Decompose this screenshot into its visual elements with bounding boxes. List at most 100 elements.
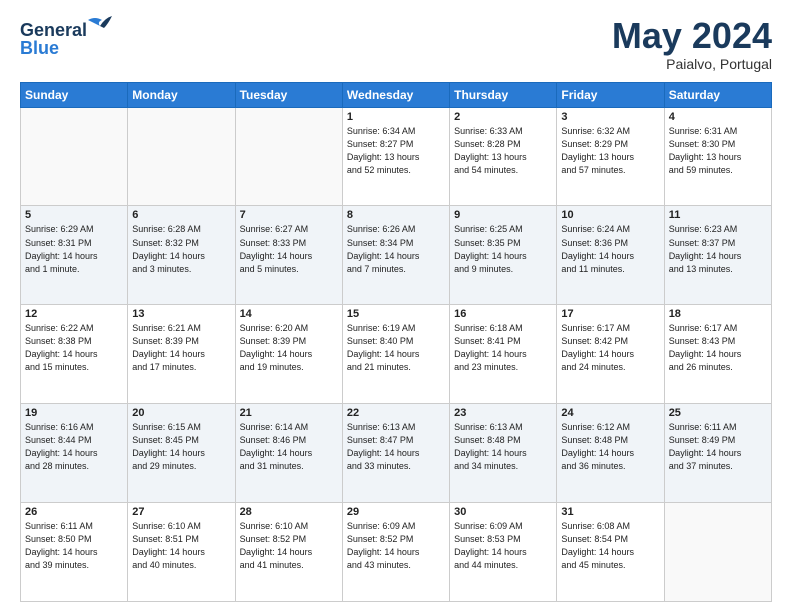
day-info: Sunrise: 6:17 AM Sunset: 8:43 PM Dayligh… bbox=[669, 322, 767, 374]
day-info: Sunrise: 6:27 AM Sunset: 8:33 PM Dayligh… bbox=[240, 223, 338, 275]
day-cell: 21 Sunrise: 6:14 AM Sunset: 8:46 PM Dayli… bbox=[235, 404, 342, 503]
day-number: 16 bbox=[454, 308, 552, 320]
day-cell: 11Sunrise: 6:23 AM Sunset: 8:37 PM Dayli… bbox=[664, 206, 771, 305]
day-info: Sunrise: 6:09 AM Sunset: 8:52 PM Dayligh… bbox=[347, 520, 445, 572]
day-cell: 24Sunrise: 6:12 AM Sunset: 8:48 PM Dayli… bbox=[557, 404, 664, 503]
day-number: 10 bbox=[561, 209, 659, 221]
day-info: Sunrise: 6:13 AM Sunset: 8:47 PM Dayligh… bbox=[347, 421, 445, 473]
day-cell: 29 Sunrise: 6:09 AM Sunset: 8:52 PM Dayli… bbox=[342, 503, 449, 602]
day-cell: 22Sunrise: 6:13 AM Sunset: 8:47 PM Dayli… bbox=[342, 404, 449, 503]
day-info: Sunrise: 6:29 AM Sunset: 8:31 PM Dayligh… bbox=[25, 223, 123, 275]
col-monday: Monday bbox=[128, 82, 235, 107]
week-row-1: 5 Sunrise: 6:29 AM Sunset: 8:31 PM Daylig… bbox=[21, 206, 772, 305]
day-number: 21 bbox=[240, 407, 338, 419]
logo: General Blue bbox=[20, 16, 130, 61]
day-cell: 6 Sunrise: 6:28 AM Sunset: 8:32 PM Daylig… bbox=[128, 206, 235, 305]
day-number: 31 bbox=[561, 506, 659, 518]
day-cell: 31 Sunrise: 6:08 AM Sunset: 8:54 PM Dayli… bbox=[557, 503, 664, 602]
day-info: Sunrise: 6:10 AM Sunset: 8:51 PM Dayligh… bbox=[132, 520, 230, 572]
day-info: Sunrise: 6:33 AM Sunset: 8:28 PM Dayligh… bbox=[454, 125, 552, 177]
week-row-4: 26 Sunrise: 6:11 AM Sunset: 8:50 PM Dayli… bbox=[21, 503, 772, 602]
day-cell: 26 Sunrise: 6:11 AM Sunset: 8:50 PM Dayli… bbox=[21, 503, 128, 602]
day-cell: 23 Sunrise: 6:13 AM Sunset: 8:48 PM Dayli… bbox=[450, 404, 557, 503]
day-number: 30 bbox=[454, 506, 552, 518]
day-cell: 9Sunrise: 6:25 AM Sunset: 8:35 PM Daylig… bbox=[450, 206, 557, 305]
day-cell bbox=[21, 107, 128, 206]
col-thursday: Thursday bbox=[450, 82, 557, 107]
day-cell: 3Sunrise: 6:32 AM Sunset: 8:29 PM Daylig… bbox=[557, 107, 664, 206]
calendar: Sunday Monday Tuesday Wednesday Thursday… bbox=[20, 82, 772, 602]
day-number: 11 bbox=[669, 209, 767, 221]
day-number: 29 bbox=[347, 506, 445, 518]
day-number: 13 bbox=[132, 308, 230, 320]
day-info: Sunrise: 6:11 AM Sunset: 8:50 PM Dayligh… bbox=[25, 520, 123, 572]
weekday-header-row: Sunday Monday Tuesday Wednesday Thursday… bbox=[21, 82, 772, 107]
day-cell: 19 Sunrise: 6:16 AM Sunset: 8:44 PM Dayli… bbox=[21, 404, 128, 503]
day-number: 6 bbox=[132, 209, 230, 221]
title-area: May 2024 Paialvo, Portugal bbox=[612, 16, 772, 72]
day-number: 27 bbox=[132, 506, 230, 518]
day-info: Sunrise: 6:12 AM Sunset: 8:48 PM Dayligh… bbox=[561, 421, 659, 473]
day-cell: 27 Sunrise: 6:10 AM Sunset: 8:51 PM Dayli… bbox=[128, 503, 235, 602]
day-info: Sunrise: 6:08 AM Sunset: 8:54 PM Dayligh… bbox=[561, 520, 659, 572]
day-info: Sunrise: 6:16 AM Sunset: 8:44 PM Dayligh… bbox=[25, 421, 123, 473]
day-info: Sunrise: 6:34 AM Sunset: 8:27 PM Dayligh… bbox=[347, 125, 445, 177]
day-info: Sunrise: 6:11 AM Sunset: 8:49 PM Dayligh… bbox=[669, 421, 767, 473]
svg-text:General: General bbox=[20, 20, 87, 40]
day-number: 19 bbox=[25, 407, 123, 419]
page: General Blue May 2024 Paialvo, Portugal … bbox=[0, 0, 792, 612]
day-cell: 13Sunrise: 6:21 AM Sunset: 8:39 PM Dayli… bbox=[128, 305, 235, 404]
day-cell: 20 Sunrise: 6:15 AM Sunset: 8:45 PM Dayli… bbox=[128, 404, 235, 503]
day-info: Sunrise: 6:31 AM Sunset: 8:30 PM Dayligh… bbox=[669, 125, 767, 177]
location: Paialvo, Portugal bbox=[612, 56, 772, 72]
day-info: Sunrise: 6:13 AM Sunset: 8:48 PM Dayligh… bbox=[454, 421, 552, 473]
week-row-0: 1 Sunrise: 6:34 AM Sunset: 8:27 PM Daylig… bbox=[21, 107, 772, 206]
day-cell: 1 Sunrise: 6:34 AM Sunset: 8:27 PM Daylig… bbox=[342, 107, 449, 206]
svg-text:Blue: Blue bbox=[20, 38, 59, 58]
day-cell: 2Sunrise: 6:33 AM Sunset: 8:28 PM Daylig… bbox=[450, 107, 557, 206]
day-number: 20 bbox=[132, 407, 230, 419]
logo-svg: General Blue bbox=[20, 16, 130, 61]
col-sunday: Sunday bbox=[21, 82, 128, 107]
day-info: Sunrise: 6:19 AM Sunset: 8:40 PM Dayligh… bbox=[347, 322, 445, 374]
day-number: 8 bbox=[347, 209, 445, 221]
day-number: 4 bbox=[669, 111, 767, 123]
header: General Blue May 2024 Paialvo, Portugal bbox=[20, 16, 772, 72]
day-info: Sunrise: 6:20 AM Sunset: 8:39 PM Dayligh… bbox=[240, 322, 338, 374]
day-number: 15 bbox=[347, 308, 445, 320]
day-cell: 10Sunrise: 6:24 AM Sunset: 8:36 PM Dayli… bbox=[557, 206, 664, 305]
day-number: 18 bbox=[669, 308, 767, 320]
day-info: Sunrise: 6:09 AM Sunset: 8:53 PM Dayligh… bbox=[454, 520, 552, 572]
day-number: 5 bbox=[25, 209, 123, 221]
col-saturday: Saturday bbox=[664, 82, 771, 107]
day-cell: 25 Sunrise: 6:11 AM Sunset: 8:49 PM Dayli… bbox=[664, 404, 771, 503]
day-info: Sunrise: 6:28 AM Sunset: 8:32 PM Dayligh… bbox=[132, 223, 230, 275]
week-row-2: 12 Sunrise: 6:22 AM Sunset: 8:38 PM Dayli… bbox=[21, 305, 772, 404]
week-row-3: 19 Sunrise: 6:16 AM Sunset: 8:44 PM Dayli… bbox=[21, 404, 772, 503]
col-wednesday: Wednesday bbox=[342, 82, 449, 107]
day-cell: 16 Sunrise: 6:18 AM Sunset: 8:41 PM Dayli… bbox=[450, 305, 557, 404]
day-cell: 17 Sunrise: 6:17 AM Sunset: 8:42 PM Dayli… bbox=[557, 305, 664, 404]
day-cell bbox=[235, 107, 342, 206]
day-cell: 8Sunrise: 6:26 AM Sunset: 8:34 PM Daylig… bbox=[342, 206, 449, 305]
day-cell bbox=[128, 107, 235, 206]
month-title: May 2024 bbox=[612, 16, 772, 56]
day-number: 28 bbox=[240, 506, 338, 518]
day-number: 25 bbox=[669, 407, 767, 419]
day-number: 12 bbox=[25, 308, 123, 320]
day-number: 26 bbox=[25, 506, 123, 518]
day-info: Sunrise: 6:15 AM Sunset: 8:45 PM Dayligh… bbox=[132, 421, 230, 473]
col-tuesday: Tuesday bbox=[235, 82, 342, 107]
day-number: 7 bbox=[240, 209, 338, 221]
day-cell: 14Sunrise: 6:20 AM Sunset: 8:39 PM Dayli… bbox=[235, 305, 342, 404]
day-cell: 5 Sunrise: 6:29 AM Sunset: 8:31 PM Daylig… bbox=[21, 206, 128, 305]
day-info: Sunrise: 6:32 AM Sunset: 8:29 PM Dayligh… bbox=[561, 125, 659, 177]
day-info: Sunrise: 6:14 AM Sunset: 8:46 PM Dayligh… bbox=[240, 421, 338, 473]
day-info: Sunrise: 6:22 AM Sunset: 8:38 PM Dayligh… bbox=[25, 322, 123, 374]
day-number: 17 bbox=[561, 308, 659, 320]
day-number: 23 bbox=[454, 407, 552, 419]
col-friday: Friday bbox=[557, 82, 664, 107]
day-number: 1 bbox=[347, 111, 445, 123]
day-info: Sunrise: 6:18 AM Sunset: 8:41 PM Dayligh… bbox=[454, 322, 552, 374]
day-info: Sunrise: 6:17 AM Sunset: 8:42 PM Dayligh… bbox=[561, 322, 659, 374]
